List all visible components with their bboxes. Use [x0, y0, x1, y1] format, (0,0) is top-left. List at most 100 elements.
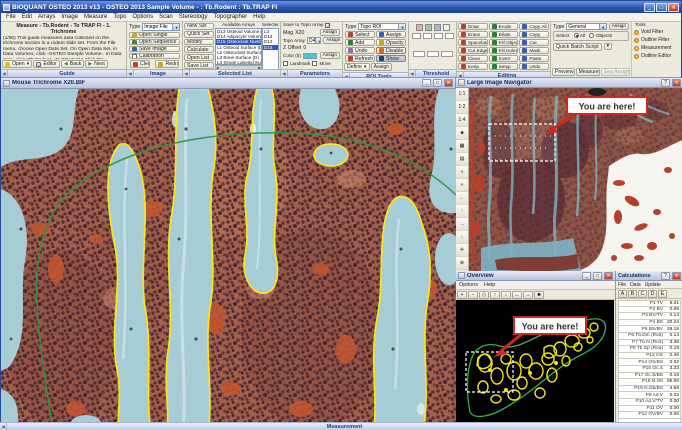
zoom-1-4-icon[interactable]: 1:4: [456, 114, 468, 127]
close-icon[interactable]: ✕: [672, 272, 681, 280]
open-sequence-button[interactable]: Open Sequence: [129, 39, 180, 45]
panel-scroll-icon[interactable]: ◀: [183, 70, 190, 77]
threshold-field[interactable]: [445, 33, 454, 39]
menu-item[interactable]: Options: [456, 282, 481, 288]
menu-item[interactable]: Stereology: [176, 14, 211, 20]
page-right-icon[interactable]: »: [456, 179, 468, 192]
editing-button[interactable]: Paste: [519, 55, 549, 62]
threshold-channel-checkbox[interactable]: [425, 24, 432, 31]
editing-button[interactable]: Copy All: [519, 23, 549, 30]
roi-undo-button[interactable]: Undo: [345, 47, 375, 54]
editing-button[interactable]: Setup: [489, 63, 519, 70]
seg-assign-button[interactable]: Seg Assign: [601, 68, 630, 76]
panel-scroll-icon[interactable]: ◀: [457, 72, 464, 77]
roi-show-button[interactable]: Show: [376, 55, 406, 62]
guide-open-button[interactable]: Open▾: [2, 60, 32, 68]
panel-scroll-icon[interactable]: ◀: [409, 70, 416, 77]
set-button[interactable]: New Set: [184, 23, 214, 30]
roi-refresh-button[interactable]: Refresh: [345, 55, 375, 62]
define-button[interactable]: Define▾: [344, 63, 370, 71]
target-icon[interactable]: ⊕: [456, 257, 468, 270]
grid-box-icon[interactable]: ▦: [456, 140, 468, 153]
overview-canvas[interactable]: You are here!: [456, 300, 614, 430]
maximize-icon[interactable]: □: [593, 272, 602, 280]
minimize-icon[interactable]: _: [582, 272, 591, 280]
mag-assign-button[interactable]: Assign: [320, 29, 340, 36]
threshold-field[interactable]: [434, 33, 443, 39]
editing-button[interactable]: Cut: [519, 39, 549, 46]
list-item[interactable]: D15 Osteoclast Number (S): [216, 39, 261, 44]
roi-disable-button[interactable]: Disable: [376, 47, 406, 54]
menu-item[interactable]: Help: [250, 14, 268, 20]
zoom-out-icon[interactable]: −: [468, 291, 478, 299]
menu-item[interactable]: File: [3, 14, 19, 20]
help-icon[interactable]: ?: [661, 79, 670, 87]
center-icon[interactable]: ✛: [456, 244, 468, 257]
editing-button[interactable]: Undo: [519, 63, 549, 70]
threshold-range-field[interactable]: [413, 51, 425, 57]
app-titlebar[interactable]: BIOQUANT OSTEO 2013 v13 - OSTEO 2013 Sam…: [1, 1, 681, 13]
menu-item[interactable]: Data: [628, 282, 643, 288]
zoom-1-1-icon[interactable]: 1:1: [456, 88, 468, 101]
landmark-checkbox[interactable]: [283, 61, 288, 66]
viewport-rectangle[interactable]: [489, 124, 555, 161]
navigator-canvas[interactable]: You are here!: [469, 88, 682, 271]
maximize-icon[interactable]: □: [433, 79, 442, 87]
threshold-range-field[interactable]: [427, 51, 439, 57]
threshold-channel-checkbox[interactable]: [434, 24, 441, 31]
roi-type-select[interactable]: Topo ROI▾: [358, 23, 406, 30]
open-single-button[interactable]: Open Single: [129, 32, 180, 38]
available-arrays-list[interactable]: D13 Osteoid Volume (D)D14 Adipocyte Volu…: [215, 28, 262, 65]
close-icon[interactable]: ✕: [444, 79, 453, 87]
stop-icon[interactable]: ■: [534, 291, 544, 299]
editing-button[interactable]: Mask: [519, 47, 549, 54]
roi-assign-button[interactable]: Assign: [376, 31, 406, 38]
menu-item[interactable]: Measure: [81, 14, 110, 20]
editing-button[interactable]: Draw: [458, 23, 488, 30]
set-button[interactable]: Quick Set: [184, 31, 214, 38]
quick-batch-dropdown[interactable]: ▾: [604, 43, 612, 50]
editing-button[interactable]: Dilate: [489, 31, 519, 38]
editing-button[interactable]: Fill Object: [489, 39, 519, 46]
save-image-button[interactable]: Save Image: [129, 46, 180, 52]
threshold-field[interactable]: [423, 33, 432, 39]
measure-type-assign-button[interactable]: Assign: [609, 23, 629, 30]
menu-item[interactable]: Scan: [156, 14, 176, 20]
editing-button[interactable]: Copy: [519, 31, 549, 38]
editing-button[interactable]: Erase: [458, 31, 488, 38]
measure-type-select[interactable]: General▾: [566, 23, 606, 30]
select-all-radio[interactable]: [574, 33, 579, 38]
calc-tab[interactable]: B: [628, 290, 637, 298]
threshold-range-field[interactable]: [441, 51, 453, 57]
close-icon[interactable]: ✕: [672, 79, 681, 87]
color-swatch[interactable]: [303, 53, 317, 59]
menu-item[interactable]: Help: [481, 282, 498, 288]
guide-next-button[interactable]: ▶Next: [85, 60, 108, 68]
move-checkbox[interactable]: [312, 61, 317, 66]
pan-right-icon[interactable]: →: [523, 291, 533, 299]
roi-assign2-button[interactable]: Assign: [371, 63, 393, 71]
clean-button[interactable]: Clean: [130, 60, 150, 68]
measure-button[interactable]: Measure: [576, 68, 600, 76]
menu-item[interactable]: Topographer: [210, 14, 250, 20]
redraw-button[interactable]: Redraw: [155, 60, 179, 68]
editing-button[interactable]: Spacebar: [458, 39, 488, 46]
threshold-field[interactable]: [412, 33, 421, 39]
zoom-1-2-icon[interactable]: 1:2: [456, 101, 468, 114]
histology-canvas[interactable]: [1, 89, 456, 430]
pan-down-icon[interactable]: ↓: [501, 291, 511, 299]
void-filter-button[interactable]: Void Filter: [634, 29, 679, 35]
maximize-icon[interactable]: □: [656, 3, 667, 12]
topo-assign-button[interactable]: Assign: [323, 37, 343, 44]
set-button[interactable]: Open List: [184, 54, 214, 61]
minimize-icon[interactable]: _: [644, 3, 655, 12]
menu-item[interactable]: Update: [643, 282, 663, 288]
calc-tab[interactable]: A: [618, 290, 627, 298]
roi-add-button[interactable]: Add: [345, 39, 375, 46]
threshold-channel-checkbox[interactable]: [443, 24, 450, 31]
guide-editor-button[interactable]: Editor: [33, 60, 60, 68]
editing-button[interactable]: Cut Edges: [458, 47, 488, 54]
menu-item[interactable]: Arrays: [35, 14, 58, 20]
pan-left-icon[interactable]: ←: [512, 291, 522, 299]
zoom-in-icon[interactable]: +: [457, 291, 467, 299]
